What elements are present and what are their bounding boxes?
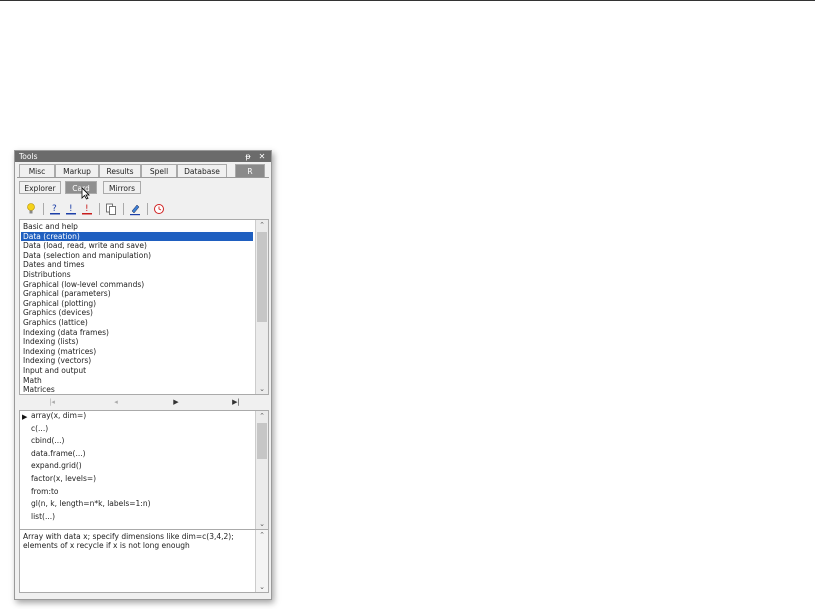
description-scrollbar[interactable]: ⌃ ⌄ — [255, 530, 268, 592]
last-icon[interactable]: ▶| — [229, 397, 243, 408]
category-item[interactable]: Graphical (plotting) — [23, 299, 96, 308]
category-item[interactable]: Graphical (low-level commands) — [23, 280, 144, 289]
function-item[interactable]: list(...) — [31, 512, 55, 522]
lightbulb-icon[interactable] — [25, 202, 37, 216]
category-item[interactable]: Data (creation) — [21, 231, 253, 241]
pin-icon[interactable]: ᵽ — [243, 151, 253, 162]
category-item[interactable]: Data (selection and manipulation) — [23, 251, 151, 260]
history-icon[interactable] — [153, 202, 165, 216]
svg-text:!: ! — [69, 204, 73, 214]
category-item[interactable]: Indexing (vectors) — [23, 356, 91, 365]
category-item[interactable]: Graphics (lattice) — [23, 318, 88, 327]
category-item[interactable]: Graphical (parameters) — [23, 289, 111, 298]
tab-markup[interactable]: Markup — [55, 164, 99, 177]
toolbar-separator — [123, 203, 124, 215]
tab-database[interactable]: Database — [177, 164, 227, 177]
category-item[interactable]: Matrices — [23, 385, 55, 394]
mouse-cursor-icon — [81, 187, 90, 200]
category-item[interactable]: Basic and help — [23, 222, 78, 231]
panel-title: Tools — [19, 152, 38, 161]
category-item[interactable]: Indexing (matrices) — [23, 347, 96, 356]
tab-r[interactable]: R — [235, 164, 265, 177]
function-item[interactable]: cbind(...) — [31, 436, 65, 446]
help-red-icon[interactable]: ! — [81, 202, 93, 216]
function-scrollbar[interactable]: ⌃ ⌄ — [255, 411, 268, 529]
tools-panel: Tools ᵽ ✕ Misc Markup Results Spell Data… — [14, 150, 272, 600]
tab-results[interactable]: Results — [99, 164, 141, 177]
card-navigation: |◂ ◂ ▶ ▶| — [19, 397, 267, 408]
function-item[interactable]: c(...) — [31, 424, 48, 434]
scroll-down-icon[interactable]: ⌄ — [256, 384, 268, 394]
current-item-arrow-icon: ▶ — [22, 413, 28, 421]
category-list[interactable]: ⌃ ⌄ Basic and help Data (creation) Data (l… — [19, 219, 269, 395]
category-item[interactable]: Math — [23, 376, 42, 385]
category-item[interactable]: Indexing (data frames) — [23, 328, 109, 337]
copy-icon[interactable] — [105, 202, 117, 216]
help-icon[interactable]: ? — [49, 202, 61, 216]
category-item[interactable]: Graphics (devices) — [23, 308, 93, 317]
scroll-up-icon[interactable]: ⌃ — [256, 411, 268, 421]
category-item[interactable]: Dates and times — [23, 260, 85, 269]
tab-explorer[interactable]: Explorer — [19, 181, 61, 194]
function-item[interactable]: array(x, dim=) — [31, 411, 86, 421]
scroll-down-icon[interactable]: ⌄ — [256, 519, 268, 529]
svg-text:!: ! — [85, 204, 89, 214]
category-item[interactable]: Data (load, read, write and save) — [23, 241, 147, 250]
scroll-up-icon[interactable]: ⌃ — [256, 220, 268, 230]
function-item[interactable]: from:to — [31, 487, 59, 497]
first-icon[interactable]: |◂ — [45, 397, 59, 408]
tab-misc[interactable]: Misc — [19, 164, 55, 177]
svg-text:?: ? — [52, 204, 57, 214]
toolbar-separator — [99, 203, 100, 215]
function-item[interactable]: data.frame(...) — [31, 449, 86, 459]
scroll-down-icon[interactable]: ⌄ — [256, 582, 268, 592]
category-scrollbar[interactable]: ⌃ ⌄ — [255, 220, 268, 394]
previous-icon[interactable]: ◂ — [109, 397, 123, 408]
description-box: Array with data x; specify dimensions li… — [19, 529, 269, 593]
edit-icon[interactable] — [129, 202, 141, 216]
next-icon[interactable]: ▶ — [169, 397, 183, 408]
category-item[interactable]: Distributions — [23, 270, 71, 279]
top-border-line — [0, 0, 815, 1]
function-list[interactable]: ▶ ⌃ ⌄ array(x, dim=) c(...) cbind(...) data… — [19, 410, 269, 530]
tab-mirrors[interactable]: Mirrors — [103, 181, 141, 194]
toolbar-separator — [147, 203, 148, 215]
tab-spell[interactable]: Spell — [141, 164, 177, 177]
description-text: Array with data x; specify dimensions li… — [23, 532, 234, 550]
scroll-up-icon[interactable]: ⌃ — [256, 530, 268, 540]
scroll-thumb[interactable] — [257, 423, 267, 459]
close-icon[interactable]: ✕ — [257, 151, 267, 162]
function-item[interactable]: gl(n, k, length=n*k, labels=1:n) — [31, 499, 151, 509]
top-tab-strip: Misc Markup Results Spell Database R — [17, 163, 269, 178]
scroll-thumb[interactable] — [257, 232, 267, 322]
help-blue-icon[interactable]: ! — [65, 202, 77, 216]
function-item[interactable]: expand.grid() — [31, 461, 82, 471]
toolbar-separator — [43, 203, 44, 215]
panel-titlebar: Tools ᵽ ✕ — [15, 151, 271, 162]
card-toolbar: ? ! ! — [19, 201, 267, 217]
category-item[interactable]: Indexing (lists) — [23, 337, 78, 346]
function-item[interactable]: factor(x, levels=) — [31, 474, 96, 484]
category-item[interactable]: Input and output — [23, 366, 86, 375]
